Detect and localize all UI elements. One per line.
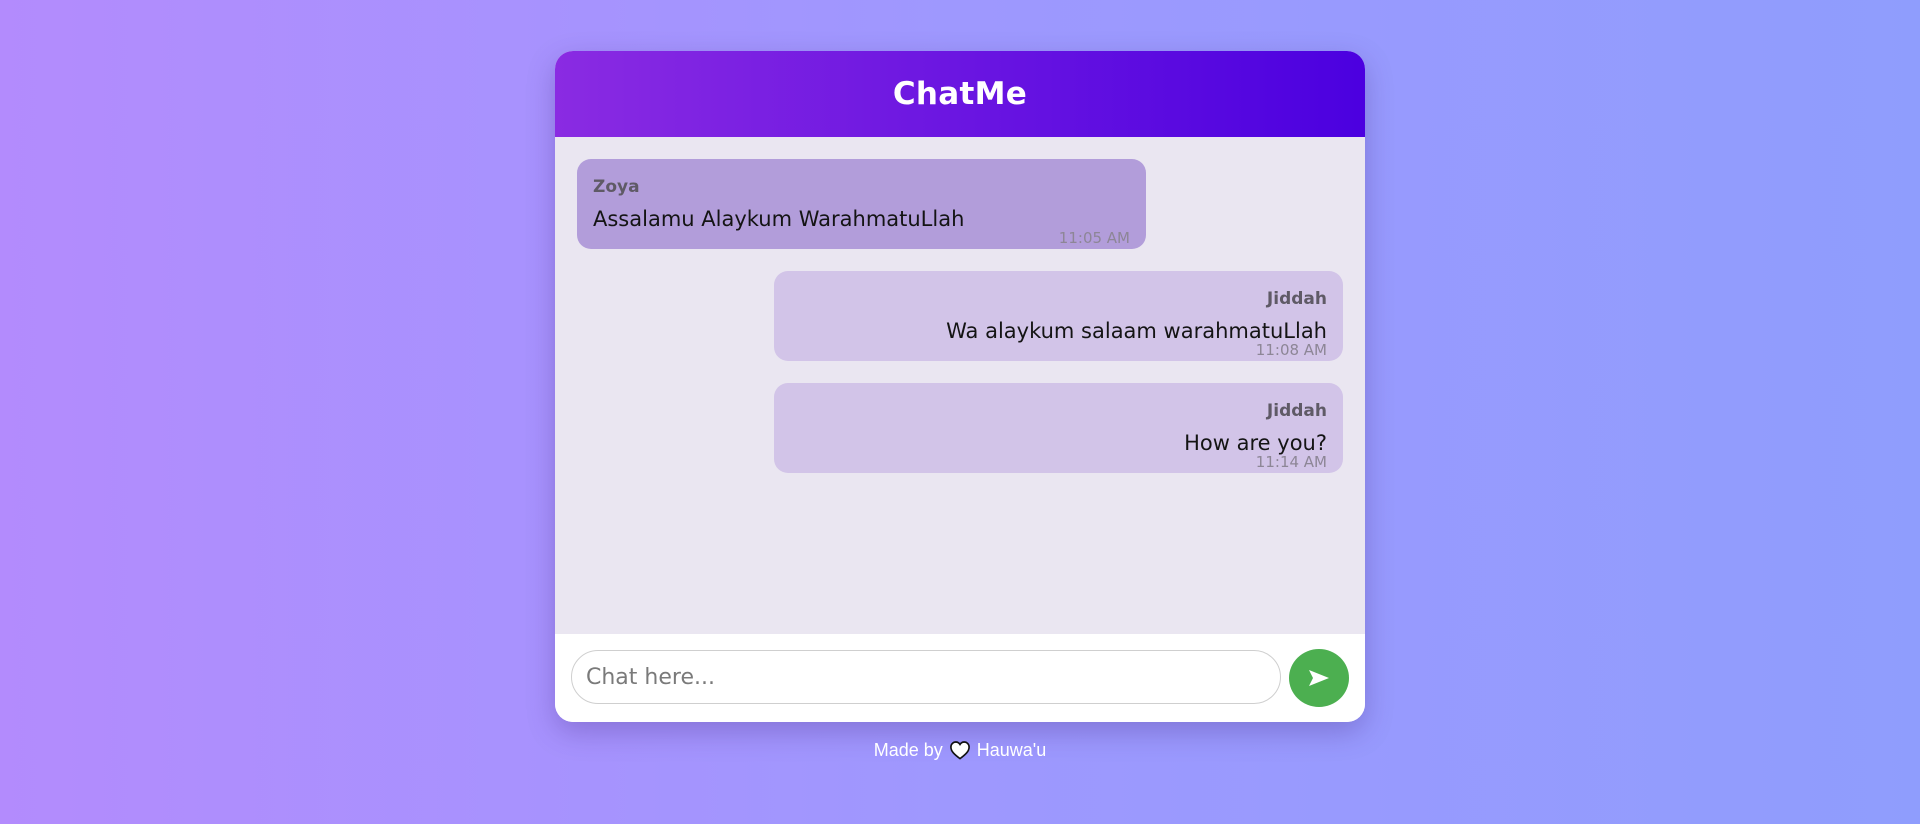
message-text: How are you? — [1184, 431, 1327, 455]
chat-input[interactable] — [571, 650, 1281, 704]
heart-icon — [949, 740, 971, 768]
message-text: Wa alaykum salaam warahmatuLlah — [946, 319, 1327, 343]
message-time: 11:05 AM — [1058, 229, 1130, 247]
message-time: 11:08 AM — [1255, 341, 1327, 359]
message-text: Assalamu Alaykum WarahmatuLlah — [593, 207, 965, 231]
message-bubble: Zoya Assalamu Alaykum WarahmatuLlah 11:0… — [577, 159, 1146, 249]
message-bubble: Jiddah Wa alaykum salaam warahmatuLlah 1… — [774, 271, 1343, 361]
message-time: 11:14 AM — [1255, 453, 1327, 471]
app-title: ChatMe — [892, 76, 1028, 112]
footer-author: Hauwa'u — [976, 740, 1047, 760]
send-button[interactable] — [1289, 649, 1349, 707]
footer-made-by: Made by — [873, 740, 943, 760]
message-bubble: Jiddah How are you? 11:14 AM — [774, 383, 1343, 473]
chat-card: ChatMe Zoya Assalamu Alaykum WarahmatuLl… — [555, 51, 1365, 722]
message-sender: Jiddah — [1266, 289, 1327, 309]
footer: Made by Hauwa'u — [0, 736, 1920, 768]
message-sender: Zoya — [593, 177, 640, 197]
message-sender: Jiddah — [1266, 401, 1327, 421]
chat-header: ChatMe — [555, 51, 1365, 137]
send-arrow-icon — [1309, 670, 1329, 686]
message-list[interactable]: Zoya Assalamu Alaykum WarahmatuLlah 11:0… — [555, 137, 1365, 635]
chat-input-bar — [555, 634, 1365, 722]
